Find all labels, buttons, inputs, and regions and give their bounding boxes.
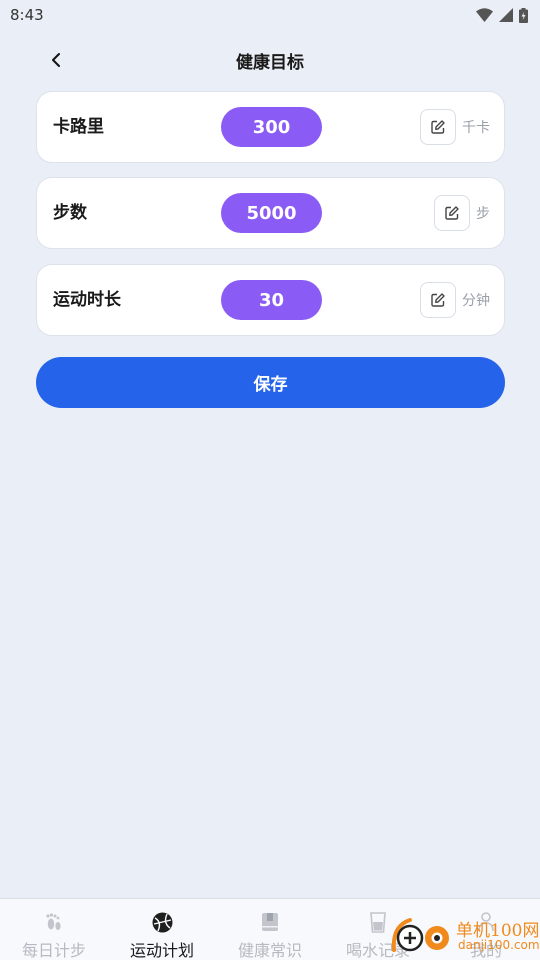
footprint-icon (43, 911, 65, 933)
unit-group: 步 (434, 195, 490, 231)
battery-icon (519, 7, 528, 23)
status-time: 8:43 (10, 6, 44, 24)
nav-item-health-tips[interactable]: 健康常识 (216, 899, 324, 960)
chevron-left-icon (52, 53, 60, 67)
edit-steps-button[interactable] (434, 195, 470, 231)
goal-label: 步数 (53, 203, 87, 223)
book-icon (259, 911, 281, 933)
save-button[interactable]: 保存 (36, 357, 505, 408)
unit-group: 千卡 (420, 109, 490, 145)
nav-item-daily-steps[interactable]: 每日计步 (0, 899, 108, 960)
goal-value-pill: 5000 (221, 193, 322, 233)
screen: 8:43 健康目标 卡路里 300 千卡 步数 5000 步 运动时长 30 分… (0, 0, 540, 960)
goal-label: 运动时长 (53, 290, 121, 310)
goal-value-pill: 30 (221, 280, 322, 320)
unit-label: 步 (476, 206, 490, 222)
header: 健康目标 (0, 40, 540, 80)
basketball-icon (151, 911, 173, 933)
goal-card-duration: 运动时长 30 分钟 (36, 264, 505, 336)
edit-duration-button[interactable] (420, 282, 456, 318)
unit-label: 千卡 (462, 120, 490, 136)
unit-label: 分钟 (462, 293, 490, 309)
goal-card-calories: 卡路里 300 千卡 (36, 91, 505, 163)
page-title: 健康目标 (236, 52, 304, 73)
watermark-logo-icon (391, 918, 449, 952)
watermark: 单机100网 danji100.com (390, 912, 540, 958)
nav-label: 健康常识 (237, 941, 302, 960)
nav-label: 每日计步 (21, 941, 86, 960)
cup-icon (367, 911, 389, 933)
goal-value-pill: 300 (221, 107, 322, 147)
unit-group: 分钟 (420, 282, 490, 318)
goal-label: 卡路里 (53, 117, 104, 137)
signal-icon (499, 8, 513, 22)
edit-calories-button[interactable] (420, 109, 456, 145)
watermark-domain: danji100.com (458, 938, 540, 952)
edit-icon (431, 293, 445, 307)
status-icons (476, 7, 528, 23)
goal-card-steps: 步数 5000 步 (36, 177, 505, 249)
edit-icon (445, 206, 459, 220)
wifi-icon (476, 8, 493, 22)
nav-label: 运动计划 (129, 941, 194, 960)
edit-icon (431, 120, 445, 134)
status-bar: 8:43 (0, 0, 540, 30)
nav-item-exercise-plan[interactable]: 运动计划 (108, 899, 216, 960)
back-button[interactable] (42, 46, 70, 74)
